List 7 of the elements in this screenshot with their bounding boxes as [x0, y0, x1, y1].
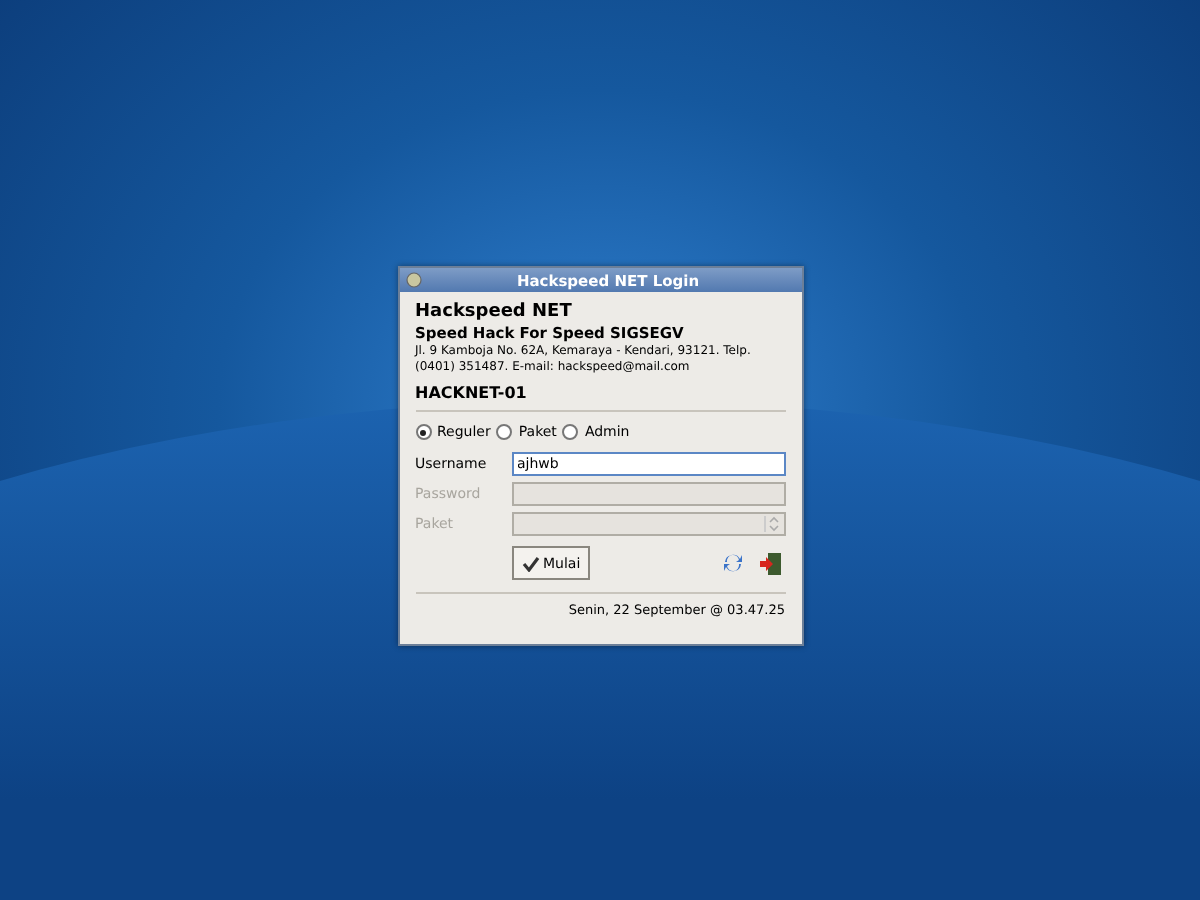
- spinner-arrows-icon: [763, 516, 781, 532]
- station-name: HACKNET-01: [415, 384, 785, 412]
- checkmark-icon: [521, 555, 539, 571]
- company-name: Hackspeed NET: [415, 302, 574, 322]
- app-icon: [405, 272, 421, 288]
- exit-door-icon[interactable]: [759, 551, 781, 575]
- refresh-icon[interactable]: [721, 551, 743, 573]
